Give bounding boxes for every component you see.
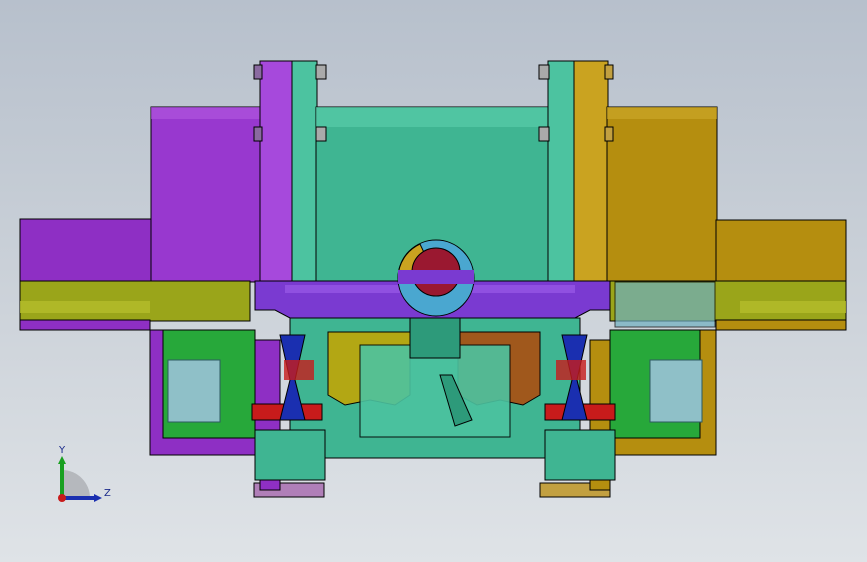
x-axis-dot [58, 494, 66, 502]
left-shaft[interactable] [19, 218, 153, 282]
left-spring-pack [167, 359, 221, 423]
cad-viewport[interactable]: Y Z [0, 0, 867, 562]
assembly-section-view[interactable] [0, 0, 867, 562]
left-housing[interactable] [150, 106, 264, 283]
right-shaft[interactable] [715, 219, 847, 283]
triad-quadrant-icon [62, 470, 90, 498]
right-spring-pack [649, 359, 703, 423]
axis-triad: Y Z [58, 445, 111, 502]
right-housing[interactable] [606, 106, 718, 283]
y-axis-label: Y [58, 445, 66, 456]
right-flange[interactable] [573, 60, 609, 284]
left-flange[interactable] [259, 60, 294, 284]
right-detail-block [614, 281, 716, 328]
center-gear[interactable] [397, 239, 475, 317]
z-axis-label: Z [104, 488, 111, 499]
